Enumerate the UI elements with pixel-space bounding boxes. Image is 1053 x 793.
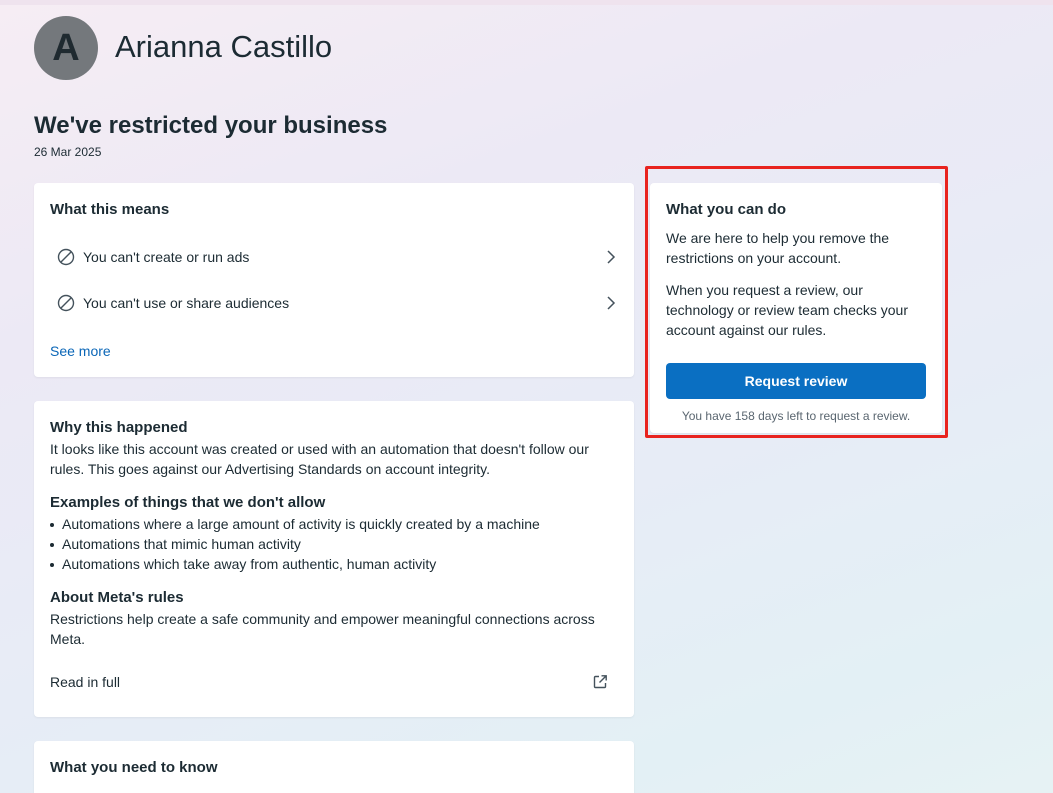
ban-icon [57,248,75,266]
examples-heading: Examples of things that we don't allow [50,494,326,511]
avatar-letter: A [52,26,80,69]
rules-body: Restrictions help create a safe communit… [50,611,595,647]
why-heading: Why this happened [50,419,188,436]
see-more-link[interactable]: See more [50,343,111,359]
chevron-right-icon [607,296,616,310]
restriction-date: 26 Mar 2025 [34,145,102,159]
read-in-full-label: Read in full [50,674,121,690]
read-in-full-link[interactable]: Read in full [50,674,608,690]
list-item: Automations where a large amount of acti… [50,514,610,534]
restriction-item-label: You can't create or run ads [83,249,250,265]
what-this-means-card: What this means You can't create or run … [34,183,634,377]
why-this-happened-card: Why this happened It looks like this acc… [34,401,634,717]
external-link-icon [593,675,607,689]
restriction-item-audiences[interactable]: You can't use or share audiences [50,283,618,323]
why-body: It looks like this account was created o… [50,441,589,477]
highlight-box [645,166,948,438]
ban-icon [57,294,75,312]
avatar: A [34,16,98,80]
top-bar [0,0,1053,5]
examples-list: Automations where a large amount of acti… [50,514,610,574]
profile-name: Arianna Castillo [115,29,333,64]
restriction-item-ads[interactable]: You can't create or run ads [50,237,618,277]
what-this-means-heading: What this means [50,201,170,218]
rules-heading: About Meta's rules [50,589,184,606]
need-to-know-heading: What you need to know [50,759,218,776]
page-title: We've restricted your business [34,112,388,139]
what-you-need-to-know-card: What you need to know [34,741,634,793]
chevron-right-icon [607,250,616,264]
list-item: Automations which take away from authent… [50,554,610,574]
list-item: Automations that mimic human activity [50,534,610,554]
restriction-item-label: You can't use or share audiences [83,295,290,311]
